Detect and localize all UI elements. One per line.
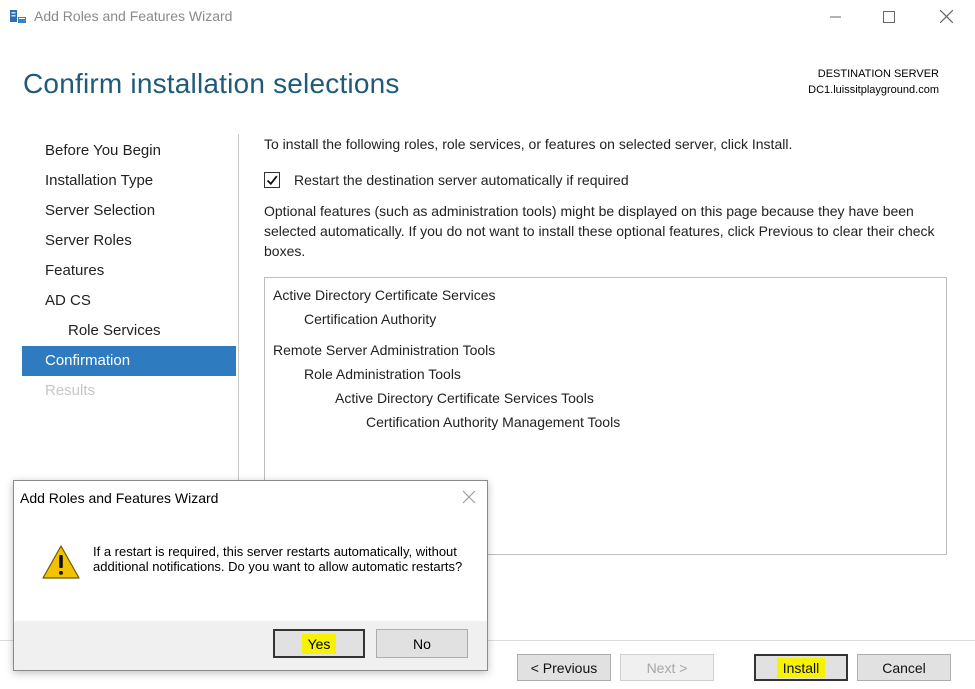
- window-titlebar: Add Roles and Features Wizard: [0, 0, 975, 33]
- nav-item-features[interactable]: Features: [22, 256, 236, 286]
- selection-item: Remote Server Administration Tools: [273, 342, 496, 358]
- maximize-button[interactable]: [866, 0, 912, 33]
- install-button-label: Install: [776, 657, 826, 678]
- maximize-icon: [883, 10, 895, 23]
- close-icon[interactable]: [461, 489, 477, 505]
- selection-item: Certification Authority Management Tools: [366, 414, 621, 430]
- next-button: Next >: [620, 654, 714, 681]
- wizard-nav: Before You Begin Installation Type Serve…: [22, 136, 236, 406]
- close-icon: [939, 10, 953, 23]
- minimize-icon: [829, 16, 841, 18]
- cancel-button[interactable]: Cancel: [857, 654, 951, 681]
- warning-icon: [42, 545, 80, 579]
- dialog-title: Add Roles and Features Wizard: [20, 490, 219, 506]
- nav-item-role-services[interactable]: Role Services: [22, 316, 236, 346]
- checkmark-icon: [266, 175, 278, 186]
- no-button[interactable]: No: [376, 629, 468, 658]
- intro-text: To install the following roles, role ser…: [264, 136, 793, 152]
- minimize-button[interactable]: [812, 0, 858, 33]
- install-button[interactable]: Install: [754, 654, 848, 681]
- destination-server-label: DESTINATION SERVER: [817, 68, 939, 80]
- optional-features-note: Optional features (such as administratio…: [264, 203, 935, 259]
- window-title: Add Roles and Features Wizard: [34, 8, 233, 24]
- nav-item-before-you-begin[interactable]: Before You Begin: [22, 136, 236, 166]
- nav-item-confirmation[interactable]: Confirmation: [22, 346, 236, 376]
- close-button[interactable]: [923, 0, 969, 33]
- nav-item-results: Results: [45, 382, 96, 399]
- nav-item-installation-type[interactable]: Installation Type: [22, 166, 236, 196]
- nav-item-server-roles[interactable]: Server Roles: [22, 226, 236, 256]
- yes-button-label: Yes: [301, 633, 337, 654]
- nav-item-server-selection[interactable]: Server Selection: [22, 196, 236, 226]
- restart-confirmation-dialog: Add Roles and Features Wizard If a resta…: [13, 480, 488, 671]
- selection-item: Certification Authority: [304, 311, 437, 327]
- selection-item: Role Administration Tools: [304, 366, 461, 382]
- previous-button[interactable]: < Previous: [517, 654, 611, 681]
- nav-item-ad-cs[interactable]: AD CS: [22, 286, 236, 316]
- restart-checkbox-label[interactable]: Restart the destination server automatic…: [294, 172, 629, 188]
- restart-checkbox[interactable]: [264, 172, 280, 188]
- dialog-message: If a restart is required, this server re…: [93, 544, 463, 574]
- restart-option[interactable]: Restart the destination server automatic…: [264, 172, 629, 188]
- destination-server-name: DC1.luissitplayground.com: [808, 84, 939, 96]
- yes-button[interactable]: Yes: [273, 629, 365, 658]
- selection-item: Active Directory Certificate Services To…: [335, 390, 594, 406]
- page-title: Confirm installation selections: [23, 68, 400, 99]
- selection-item: Active Directory Certificate Services: [273, 287, 496, 303]
- server-manager-icon: [10, 10, 26, 23]
